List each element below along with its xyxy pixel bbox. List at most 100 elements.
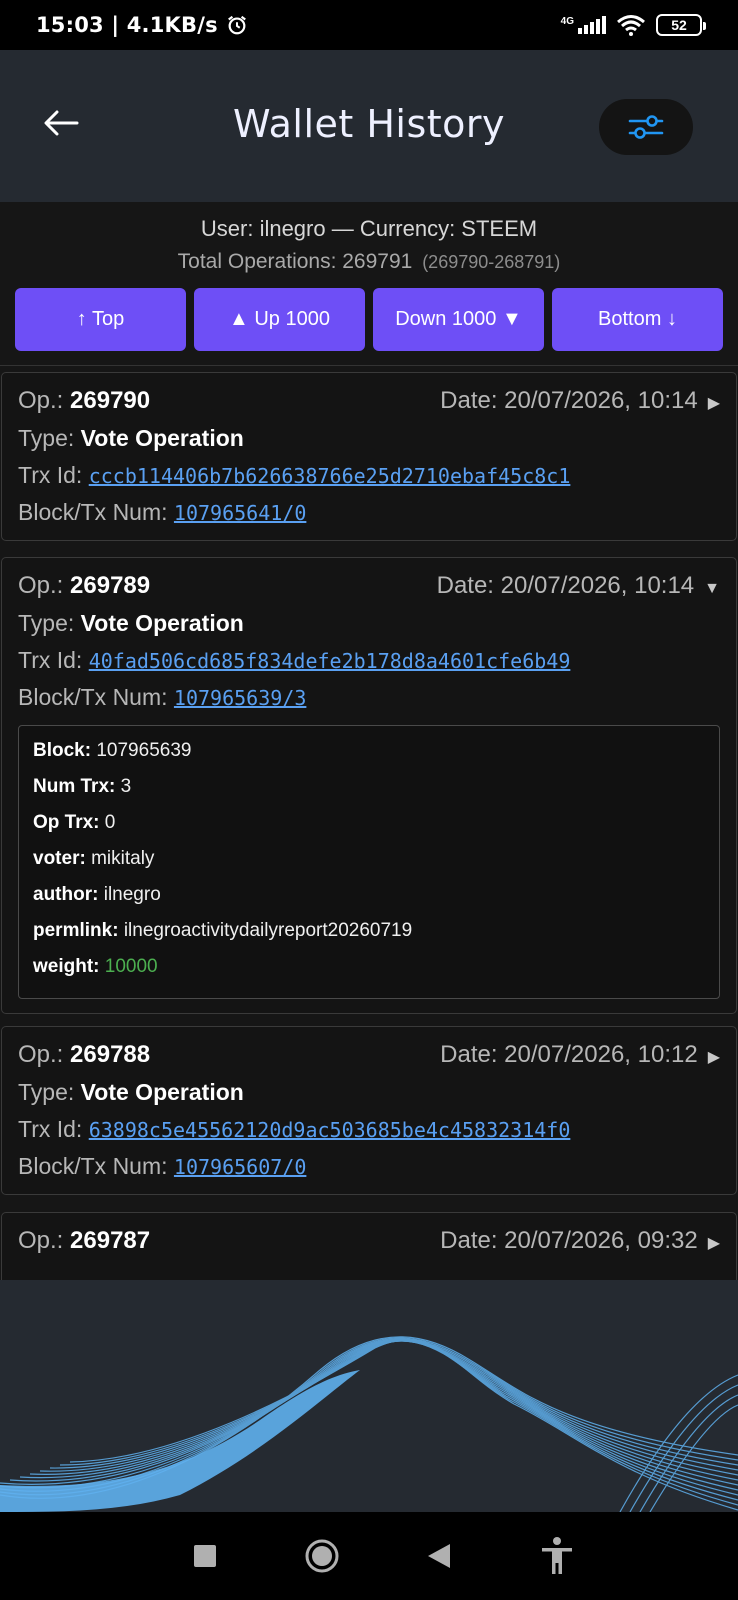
filter-button[interactable] — [599, 99, 693, 155]
block-line: Block/Tx Num: 107965641/0 — [18, 499, 720, 526]
detail-key: Block: — [33, 740, 92, 761]
operation-number-line: Op.: 269790 — [18, 387, 150, 415]
operation-card[interactable]: Op.: 269787 Date: 20/07/2026, 09:32 ▶ — [1, 1212, 737, 1280]
block-link[interactable]: 107965639/3 — [174, 686, 306, 710]
operation-type-line: Type: Vote Operation — [18, 1079, 720, 1106]
triangle-back-icon — [428, 1544, 451, 1568]
type-label: Type: — [18, 425, 81, 451]
wallet-meta: User: ilnegro — Currency: STEEM Total Op… — [0, 202, 738, 274]
trx-label: Trx Id: — [18, 647, 89, 673]
op-number: 269788 — [70, 1041, 151, 1068]
op-number: 269787 — [70, 1227, 151, 1254]
top-button[interactable]: ↑ Top — [15, 288, 186, 351]
status-time: 15:03 | 4.1KB/s — [36, 13, 218, 37]
sliders-icon — [628, 115, 664, 139]
operation-card[interactable]: Op.: 269788 Date: 20/07/2026, 10:12 ▶ Typ… — [1, 1026, 737, 1195]
operation-card-expanded[interactable]: Op.: 269789 Date: 20/07/2026, 10:14 ▼ Typ… — [1, 557, 737, 1014]
op-label: Op.: — [18, 572, 71, 599]
divider — [0, 365, 738, 366]
block-link[interactable]: 107965607/0 — [174, 1155, 306, 1179]
home-button[interactable] — [304, 1538, 340, 1574]
detail-value: ilnegroactivitydailyreport20260719 — [123, 920, 413, 941]
detail-key: voter: — [33, 848, 86, 869]
recents-button[interactable] — [193, 1544, 217, 1568]
trx-label: Trx Id: — [18, 1116, 89, 1142]
detail-block: Block: 107965639 — [33, 740, 705, 762]
op-type: Vote Operation — [80, 610, 244, 636]
detail-key: author: — [33, 884, 99, 905]
detail-voter: voter: mikitaly — [33, 848, 705, 870]
op-label: Op.: — [18, 1227, 71, 1254]
trx-id-link[interactable]: 40fad506cd685f834defe2b178d8a4601cfe6b49 — [89, 649, 571, 673]
battery-indicator: 52 — [656, 14, 706, 36]
operation-header[interactable]: Op.: 269787 Date: 20/07/2026, 09:32 ▶ — [18, 1227, 720, 1255]
operation-header[interactable]: Op.: 269790 Date: 20/07/2026, 10:14 ▶ — [18, 387, 720, 415]
detail-value: 0 — [104, 812, 116, 833]
circle-icon — [305, 1539, 339, 1573]
nav-back-button[interactable] — [426, 1542, 452, 1570]
block-line: Block/Tx Num: 107965607/0 — [18, 1153, 720, 1180]
trx-id-line: Trx Id: 40fad506cd685f834defe2b178d8a460… — [18, 647, 720, 674]
collapse-caret-icon[interactable]: ▼ — [704, 580, 720, 597]
trx-id-line: Trx Id: 63898c5e45562120d9ac503685be4c45… — [18, 1116, 720, 1143]
operation-header[interactable]: Op.: 269788 Date: 20/07/2026, 10:12 ▶ — [18, 1041, 720, 1069]
detail-key: weight: — [33, 956, 100, 977]
detail-value: 107965639 — [96, 740, 192, 761]
operation-card[interactable]: Op.: 269790 Date: 20/07/2026, 10:14 ▶ Typ… — [1, 372, 737, 541]
battery-level: 52 — [671, 17, 687, 33]
operations-range: (269790-268791) — [422, 252, 561, 272]
signal-icon: 4G — [561, 16, 606, 34]
op-label: Op.: — [18, 1041, 71, 1068]
wifi-icon — [617, 15, 645, 36]
block-label: Block/Tx Num: — [18, 684, 174, 710]
op-number: 269789 — [70, 572, 151, 599]
detail-num-trx: Num Trx: 3 — [33, 776, 705, 798]
detail-key: Num Trx: — [33, 776, 116, 797]
alarm-clock-icon — [227, 15, 246, 35]
operation-type-line: Type: Vote Operation — [18, 425, 720, 452]
up-1000-button[interactable]: ▲ Up 1000 — [194, 288, 365, 351]
op-number: 269790 — [70, 387, 151, 414]
detail-value: ilnegro — [103, 884, 161, 905]
op-type: Vote Operation — [80, 425, 244, 451]
op-date: Date: 20/07/2026, 10:12 — [440, 1041, 698, 1068]
expand-caret-icon[interactable]: ▶ — [708, 395, 720, 412]
total-operations-line: Total Operations: 269791 (269790-268791) — [0, 250, 738, 274]
down-1000-button[interactable]: Down 1000 ▼ — [373, 288, 544, 351]
op-type: Vote Operation — [80, 1079, 244, 1105]
operation-header[interactable]: Op.: 269789 Date: 20/07/2026, 10:14 ▼ — [18, 572, 720, 600]
detail-permlink: permlink: ilnegroactivitydailyreport2026… — [33, 920, 705, 942]
accessibility-button[interactable] — [539, 1536, 575, 1576]
block-link[interactable]: 107965641/0 — [174, 501, 306, 525]
operation-number-line: Op.: 269789 — [18, 572, 150, 600]
accessibility-icon — [541, 1537, 572, 1574]
type-label: Type: — [18, 610, 81, 636]
trx-id-link[interactable]: 63898c5e45562120d9ac503685be4c45832314f0 — [89, 1118, 571, 1142]
detail-value: 3 — [120, 776, 132, 797]
op-date: Date: 20/07/2026, 09:32 — [440, 1227, 698, 1254]
trx-id-link[interactable]: cccb114406b7b626638766e25d2710ebaf45c8c1 — [89, 464, 571, 488]
user-currency-line: User: ilnegro — Currency: STEEM — [200, 216, 538, 241]
op-label: Op.: — [18, 387, 71, 414]
expand-caret-icon[interactable]: ▶ — [708, 1049, 720, 1066]
history-panel[interactable]: User: ilnegro — Currency: STEEM Total Op… — [0, 202, 738, 1280]
bottom-button[interactable]: Bottom ↓ — [552, 288, 723, 351]
operation-date-line: Date: 20/07/2026, 10:14 ▶ — [440, 387, 720, 415]
network-type: 4G — [560, 16, 574, 27]
square-icon — [194, 1545, 217, 1567]
pagination-row: ↑ Top ▲ Up 1000 Down 1000 ▼ Bottom ↓ — [0, 288, 738, 351]
operation-date-line: Date: 20/07/2026, 10:12 ▶ — [440, 1041, 720, 1069]
operation-details: Block: 107965639 Num Trx: 3 Op Trx: 0 vo… — [18, 725, 720, 999]
expand-caret-icon[interactable]: ▶ — [708, 1235, 720, 1252]
operation-number-line: Op.: 269788 — [18, 1041, 150, 1069]
op-date: Date: 20/07/2026, 10:14 — [440, 387, 698, 414]
detail-key: Op Trx: — [33, 812, 100, 833]
detail-value: 10000 — [104, 956, 158, 977]
detail-weight: weight: 10000 — [33, 956, 705, 978]
detail-author: author: ilnegro — [33, 884, 705, 906]
detail-key: permlink: — [33, 920, 119, 941]
block-label: Block/Tx Num: — [18, 1153, 174, 1179]
operation-type-line: Type: Vote Operation — [18, 610, 720, 637]
trx-id-line: Trx Id: cccb114406b7b626638766e25d2710eb… — [18, 462, 720, 489]
app-header: Wallet History — [0, 50, 738, 202]
